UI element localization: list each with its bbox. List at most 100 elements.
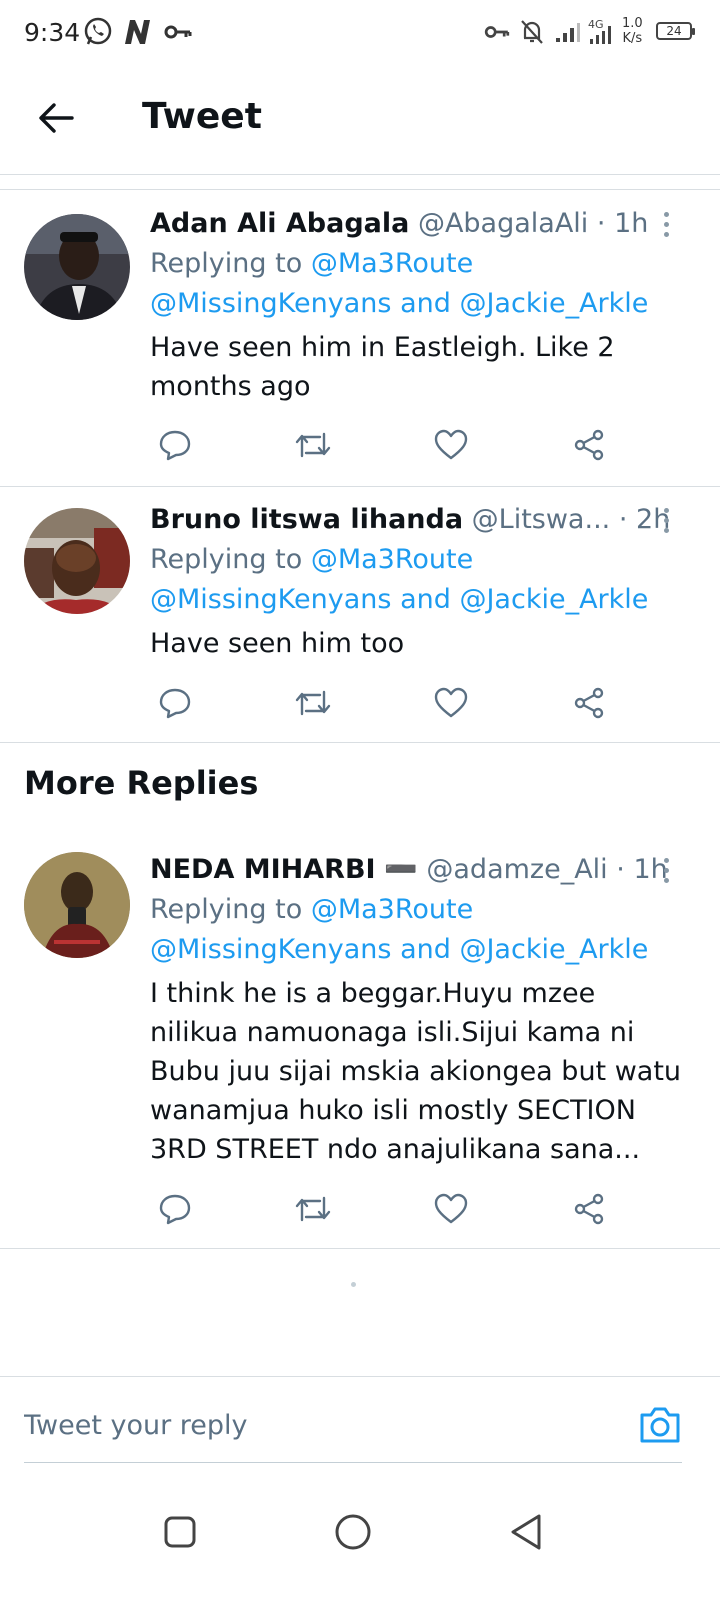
reply-body: Bruno litswa lihanda @Litswa... · 2h Rep…	[150, 500, 690, 663]
reply-card[interactable]: NEDA MIHARBI ➖ @adamze_Ali · 1h Replying…	[0, 838, 720, 1249]
signal-4g-icon: 4G	[588, 14, 618, 50]
mention-and: and	[400, 288, 451, 319]
circle-icon	[335, 1514, 371, 1550]
reply-button[interactable]	[150, 420, 200, 470]
square-icon	[164, 1516, 196, 1548]
home-button[interactable]	[323, 1502, 383, 1562]
retweet-button[interactable]	[288, 1184, 338, 1234]
battery-icon: 24	[656, 22, 695, 40]
back-button[interactable]	[30, 92, 82, 144]
replying-to: Replying to @Ma3Route @MissingKenyans an…	[150, 540, 690, 620]
more-options-button[interactable]	[656, 850, 676, 890]
reply-card[interactable]: Bruno litswa lihanda @Litswa... · 2h Rep…	[0, 486, 720, 743]
mention-link[interactable]: @Jackie_Arkle	[459, 934, 648, 965]
mention-link[interactable]: @MissingKenyans	[150, 584, 391, 615]
author-handle[interactable]: @AbagalaAli	[418, 208, 588, 239]
reply-body: Adan Ali Abagala @AbagalaAli · 1h Replyi…	[150, 204, 690, 406]
status-time: 9:34	[24, 18, 81, 47]
share-button[interactable]	[564, 420, 614, 470]
reply-composer	[0, 1376, 720, 1473]
like-button[interactable]	[426, 420, 476, 470]
more-options-button[interactable]	[656, 500, 676, 540]
comment-icon	[159, 430, 191, 461]
heart-icon	[434, 687, 468, 718]
avatar[interactable]	[24, 214, 130, 320]
reply-header: Adan Ali Abagala @AbagalaAli · 1h	[150, 204, 690, 244]
mention-link[interactable]: @Ma3Route	[311, 248, 473, 279]
replying-to-label: Replying to	[150, 248, 303, 279]
system-nav-bar	[0, 1482, 720, 1600]
replying-to-label: Replying to	[150, 894, 303, 925]
app-header: Tweet	[0, 64, 720, 175]
author-handle[interactable]: @adamze_Ali	[426, 854, 607, 885]
author-handle[interactable]: @Litswa...	[472, 504, 611, 535]
timestamp: 1h	[614, 208, 649, 239]
camera-icon	[640, 1407, 680, 1443]
reply-button[interactable]	[150, 678, 200, 728]
author-name[interactable]: NEDA MIHARBI	[150, 854, 376, 885]
retweet-icon	[295, 1196, 331, 1222]
share-icon	[574, 1193, 604, 1225]
retweet-button[interactable]	[288, 678, 338, 728]
separator-dot: ·	[618, 504, 628, 535]
heart-icon	[434, 1193, 468, 1224]
reply-input[interactable]	[24, 1377, 604, 1473]
triangle-back-icon	[511, 1514, 541, 1550]
recents-button[interactable]	[150, 1502, 210, 1562]
like-button[interactable]	[426, 1184, 476, 1234]
comment-icon	[159, 688, 191, 719]
more-options-button[interactable]	[656, 204, 676, 244]
replying-to: Replying to @Ma3Route @MissingKenyans an…	[150, 244, 690, 324]
mute-icon	[520, 14, 544, 50]
like-button[interactable]	[426, 678, 476, 728]
retweet-icon	[295, 432, 331, 458]
reply-body: NEDA MIHARBI ➖ @adamze_Ali · 1h Replying…	[150, 850, 690, 1169]
key-icon	[164, 14, 192, 50]
n-icon	[122, 14, 154, 50]
mention-link[interactable]: @Ma3Route	[311, 544, 473, 575]
share-icon	[574, 687, 604, 719]
replying-to: Replying to @Ma3Route @MissingKenyans an…	[150, 890, 690, 970]
action-bar	[150, 1184, 630, 1234]
mention-link[interactable]: @MissingKenyans	[150, 934, 391, 965]
svg-text:4G: 4G	[588, 18, 604, 31]
network-speed-value: 1.0	[622, 16, 643, 31]
mention-link[interactable]: @MissingKenyans	[150, 288, 391, 319]
share-button[interactable]	[564, 1184, 614, 1234]
reply-button[interactable]	[150, 1184, 200, 1234]
name-emoji: ➖	[384, 854, 418, 885]
arrow-left-icon	[39, 103, 74, 133]
composer-underline	[24, 1462, 682, 1463]
camera-button[interactable]	[638, 1405, 682, 1445]
separator-dot: ·	[616, 854, 625, 885]
more-replies-heading: More Replies	[24, 764, 259, 802]
key-icon	[484, 14, 510, 50]
network-speed-unit: K/s	[622, 31, 643, 46]
network-speed: 1.0 K/s	[622, 16, 643, 46]
author-name[interactable]: Adan Ali Abagala	[150, 208, 409, 239]
reply-card[interactable]: Adan Ali Abagala @AbagalaAli · 1h Replyi…	[0, 190, 720, 487]
mention-and: and	[400, 934, 451, 965]
share-icon	[574, 429, 604, 461]
retweet-button[interactable]	[288, 420, 338, 470]
mention-and: and	[400, 584, 451, 615]
whatsapp-icon	[82, 14, 114, 50]
back-nav-button[interactable]	[496, 1502, 556, 1562]
avatar[interactable]	[24, 508, 130, 614]
replying-to-label: Replying to	[150, 544, 303, 575]
signal-icon	[555, 14, 581, 50]
retweet-icon	[295, 690, 331, 716]
tweet-text: Have seen him too	[150, 628, 405, 659]
author-name[interactable]: Bruno litswa lihanda	[150, 504, 463, 535]
status-bar: 9:34 4G 1.0 K/s 24	[0, 0, 720, 64]
loading-indicator	[351, 1282, 356, 1287]
heart-icon	[434, 429, 468, 460]
avatar[interactable]	[24, 852, 130, 958]
comment-icon	[159, 1194, 191, 1225]
share-button[interactable]	[564, 678, 614, 728]
mention-link[interactable]: @Jackie_Arkle	[459, 288, 648, 319]
mention-link[interactable]: @Jackie_Arkle	[459, 584, 648, 615]
reply-header: NEDA MIHARBI ➖ @adamze_Ali · 1h	[150, 850, 690, 890]
mention-link[interactable]: @Ma3Route	[311, 894, 473, 925]
tweet-text: Have seen him in Eastleigh. Like 2 month…	[150, 332, 615, 402]
